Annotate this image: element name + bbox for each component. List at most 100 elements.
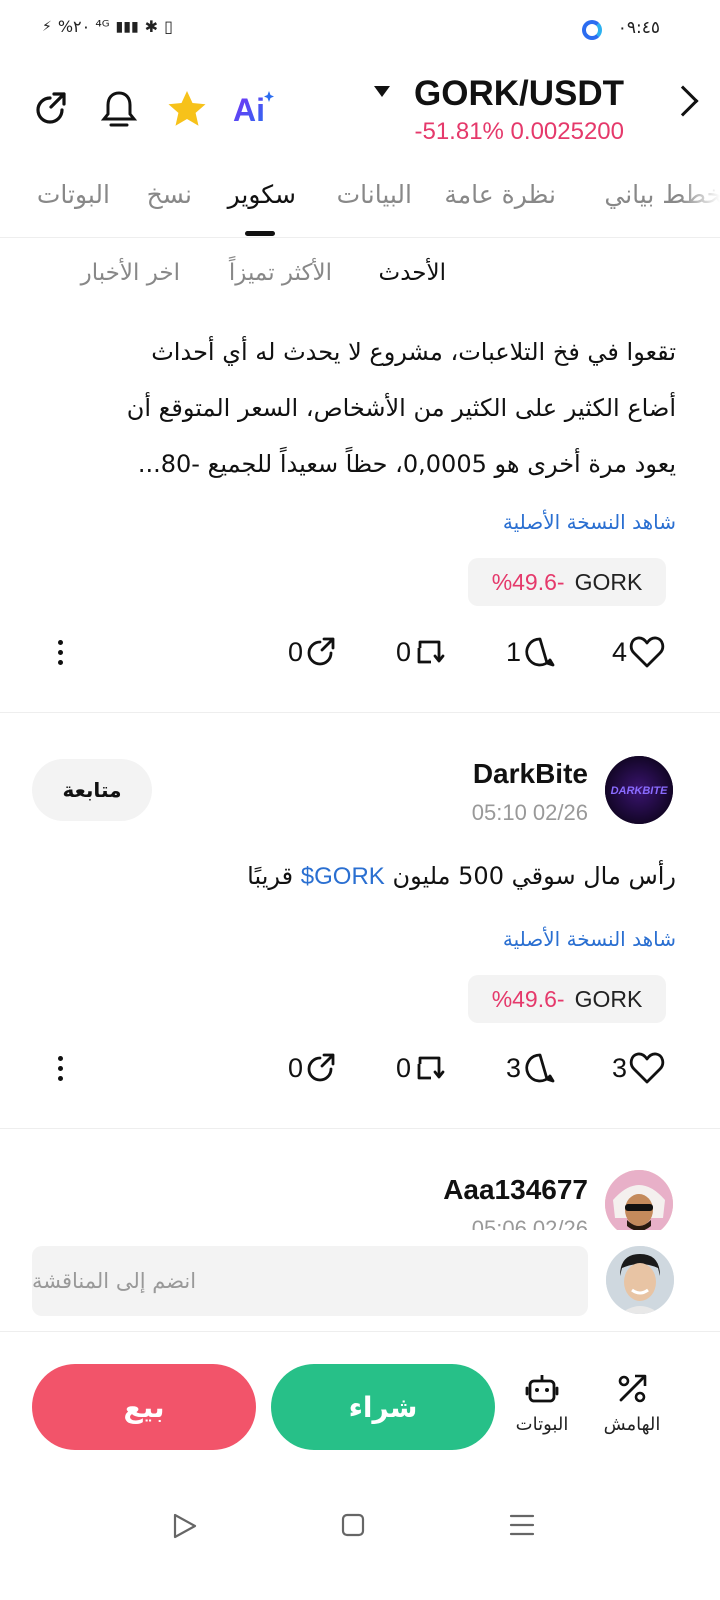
post-2-like[interactable]: 3 [612, 1048, 665, 1088]
follow-button[interactable]: متابعة [32, 759, 152, 821]
bots-button[interactable]: البوتات [502, 1372, 582, 1435]
comment-count: 1 [506, 636, 522, 667]
post-2-time: 05:10 02/26 [471, 800, 588, 825]
share-out-icon [307, 637, 335, 666]
post-1-line: يعود مرة أخرى هو 0,0005، حظاً سعيداً للج… [137, 450, 676, 478]
price-row: -51.81% 0.0025200 [414, 118, 624, 146]
post-2-original-link[interactable]: شاهد النسخة الأصلية [503, 927, 676, 951]
header: Ai GORK/USDT -51.81% 0.0025200 [0, 62, 720, 162]
margin-button[interactable]: الهامش [592, 1372, 672, 1435]
post-2-comment[interactable]: 3 [506, 1048, 557, 1088]
tabs-fade [680, 168, 720, 237]
post-2-text-after: قريبًا [247, 862, 294, 890]
post-3-username[interactable]: Aaa134677 [443, 1174, 588, 1206]
price-change: -51.81% [414, 118, 504, 145]
share-count: 0 [288, 1052, 304, 1083]
bot-icon [525, 1375, 559, 1403]
more-icon[interactable] [50, 632, 70, 672]
avatar-aaa134677[interactable] [605, 1170, 673, 1238]
bell-icon[interactable] [96, 86, 142, 132]
comment-count: 3 [506, 1052, 522, 1083]
comment-icon [525, 1053, 555, 1083]
current-user-avatar[interactable] [606, 1246, 674, 1314]
trading-pair[interactable]: GORK/USDT [414, 74, 624, 114]
post-3-time: 05:06 02/26 [471, 1216, 588, 1230]
discussion-input[interactable]: انضم إلى المناقشة [32, 1246, 588, 1316]
tab-data[interactable]: البيانات [337, 180, 412, 209]
subtab-news[interactable]: اخر الأخبار [81, 260, 180, 286]
post-2-token-chip[interactable]: %49.6- GORK [468, 975, 666, 1023]
post-1-share[interactable]: 0 [288, 632, 337, 672]
post-2-share[interactable]: 0 [288, 1048, 337, 1088]
battery-text: %٢٠ ⁴ᴳ [57, 17, 110, 36]
share-out-icon [307, 1053, 335, 1082]
post-1-like[interactable]: 4 [612, 632, 665, 672]
post-2-repost[interactable]: 0 [396, 1048, 445, 1088]
post-1-comment[interactable]: 1 [506, 632, 557, 672]
bots-label: البوتات [515, 1414, 569, 1435]
post-2-cashtag[interactable]: GORK$ [301, 863, 385, 890]
post-1-line: أضاع الكثير على الكثير من الأشخاص، السعر… [126, 394, 676, 422]
post-1-line: تقعوا في فخ التلاعبات، مشروع لا يحدث له … [151, 338, 676, 366]
chip-change: %49.6- [491, 985, 565, 1012]
last-price: 0.0025200 [510, 118, 624, 145]
bottom-action-bar: بيع شراء البوتات الهامش [0, 1340, 720, 1470]
repost-count: 0 [396, 636, 412, 667]
chip-symbol: GORK [574, 985, 643, 1012]
like-count: 3 [612, 1052, 628, 1083]
avatar-logo-text: DARKBITE [611, 785, 668, 797]
chevron-right-icon[interactable] [667, 85, 699, 117]
signal-icon: ▮▮▮ [115, 18, 139, 35]
status-indicators: ⚡ %٢٠ ⁴ᴳ ▮▮▮ ✱ ▯ [42, 17, 173, 36]
comment-icon [525, 637, 555, 667]
buy-button[interactable]: شراء [271, 1364, 495, 1450]
repost-icon [417, 1056, 445, 1080]
more-icon[interactable] [50, 1048, 70, 1088]
post-divider [0, 712, 720, 713]
chip-change: %49.6- [491, 568, 565, 595]
heart-icon [629, 1052, 665, 1084]
battery-charging-icon: ⚡ [42, 18, 52, 35]
post-2-text-before: رأس مال سوقي 500 مليون [392, 862, 676, 890]
system-nav-bar [0, 1490, 720, 1560]
status-bar: ⚡ %٢٠ ⁴ᴳ ▮▮▮ ✱ ▯ ٠٩:٤٥ [0, 0, 720, 62]
ai-icon[interactable]: Ai [230, 86, 276, 132]
sell-button[interactable]: بيع [32, 1364, 256, 1450]
comment-bar: انضم إلى المناقشة [0, 1230, 720, 1332]
tab-overview[interactable]: نظرة عامة [444, 180, 556, 209]
post-2-username[interactable]: DarkBite [473, 758, 588, 790]
subtab-latest[interactable]: الأحدث [379, 260, 446, 286]
status-time: ٠٩:٤٥ [617, 18, 660, 38]
avatar-darkbite[interactable]: DARKBITE [605, 756, 673, 824]
vibrate-icon: ▯ [164, 17, 173, 36]
pair-dropdown-caret-icon[interactable] [374, 86, 390, 97]
share-icon[interactable] [28, 86, 74, 132]
active-tab-indicator [245, 231, 275, 236]
home-nav-icon[interactable] [340, 1512, 366, 1538]
margin-icon [618, 1374, 647, 1403]
margin-label: الهامش [603, 1414, 661, 1435]
tab-square[interactable]: سكوير [228, 180, 296, 209]
repost-icon [417, 640, 445, 664]
chip-symbol: GORK [574, 568, 643, 595]
star-icon[interactable] [164, 86, 210, 132]
like-count: 4 [612, 636, 628, 667]
g-app-icon [582, 20, 602, 40]
post-2-text: رأس مال سوقي 500 مليون GORK$ قريبًا [36, 848, 676, 905]
bluetooth-icon: ✱ [144, 17, 159, 36]
back-nav-icon[interactable] [172, 1512, 198, 1540]
post-1-text: تقعوا في فخ التلاعبات، مشروع لا يحدث له … [36, 324, 676, 492]
main-tabs: مخطط بياني نظرة عامة البيانات سكوير نسخ … [0, 168, 720, 238]
share-count: 0 [288, 636, 304, 667]
subtab-featured[interactable]: الأكثر تميزاً [229, 260, 332, 286]
post-divider [0, 1128, 720, 1129]
tab-copy[interactable]: نسخ [147, 180, 192, 209]
post-1-token-chip[interactable]: %49.6- GORK [468, 558, 666, 606]
ai-label: Ai [233, 92, 265, 128]
tab-bots[interactable]: البوتات [37, 180, 110, 209]
heart-icon [629, 636, 665, 668]
repost-count: 0 [396, 1052, 412, 1083]
post-1-original-link[interactable]: شاهد النسخة الأصلية [503, 510, 676, 534]
recents-nav-icon[interactable] [508, 1512, 536, 1538]
post-1-repost[interactable]: 0 [396, 632, 445, 672]
